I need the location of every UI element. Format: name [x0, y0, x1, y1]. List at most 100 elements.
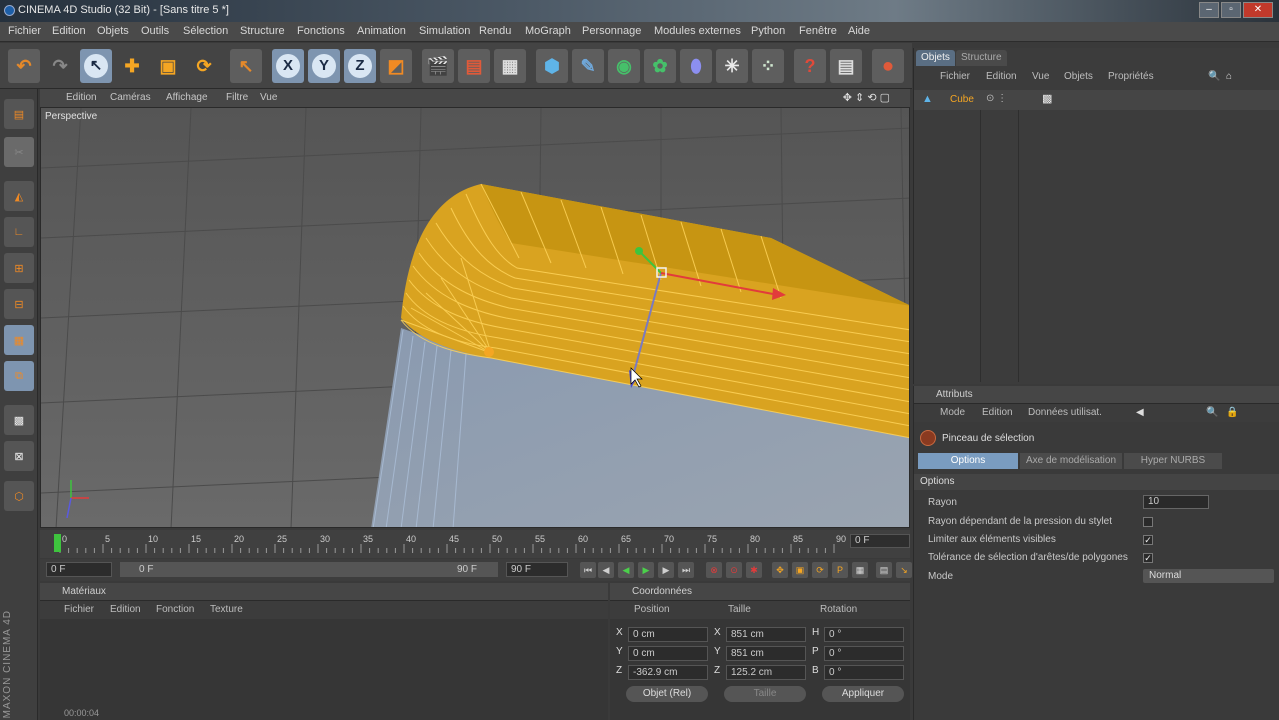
- viewport-nav-icons[interactable]: ✥ ⇕ ⟲ ▢: [843, 91, 890, 104]
- attributes-menu-edition[interactable]: Edition: [982, 407, 1013, 418]
- timeline-ruler[interactable]: 0 5 10 15 20 25 30 35 40 45 50 55 60 65 70 75 80 85 90 0 F: [40, 530, 910, 558]
- pos-x-field[interactable]: 0 cm: [628, 627, 708, 642]
- mode-select[interactable]: Normal: [1143, 569, 1274, 583]
- objects-home-icon[interactable]: ⌂: [1226, 71, 1232, 82]
- materials-menu-edition[interactable]: Edition: [110, 604, 141, 615]
- pos-z-field[interactable]: -362.9 cm: [628, 665, 708, 680]
- scale-icon[interactable]: ▣: [152, 49, 184, 83]
- rot-h-field[interactable]: 0 °: [824, 627, 904, 642]
- viewport-menu-edition[interactable]: Edition: [66, 92, 97, 103]
- attributes-menu-donnees[interactable]: Données utilisat.: [1028, 407, 1102, 418]
- key-rotation-icon[interactable]: ⟳: [812, 562, 828, 578]
- spline-pen-icon[interactable]: ✎: [572, 49, 604, 83]
- array-icon[interactable]: ✿: [644, 49, 676, 83]
- nurbs-icon[interactable]: ◉: [608, 49, 640, 83]
- objects-search-icon[interactable]: 🔍: [1208, 71, 1220, 82]
- cube-primitive-icon[interactable]: ⬢: [536, 49, 568, 83]
- key-scale-icon[interactable]: ▣: [792, 562, 808, 578]
- tab-hyper-nurbs[interactable]: Hyper NURBS: [1124, 453, 1222, 469]
- menu-selection[interactable]: Sélection: [183, 25, 228, 37]
- menu-mograph[interactable]: MoGraph: [525, 25, 571, 37]
- next-frame-icon[interactable]: ▶: [658, 562, 674, 578]
- materials-menu-fichier[interactable]: Fichier: [64, 604, 94, 615]
- autokey-icon[interactable]: ⊙: [726, 562, 742, 578]
- tab-axe-modelisation[interactable]: Axe de modélisation: [1020, 453, 1122, 469]
- y-axis-lock-button[interactable]: Y: [308, 49, 340, 83]
- viewport-menu-affichage[interactable]: Affichage: [166, 92, 208, 103]
- polygons-mode-icon[interactable]: ▦: [4, 325, 34, 355]
- objects-menu-fichier[interactable]: Fichier: [940, 71, 970, 82]
- maximize-button[interactable]: ▫: [1221, 2, 1241, 18]
- scene-icon[interactable]: ✳: [716, 49, 748, 83]
- phong-tag-icon[interactable]: ▩: [1042, 92, 1052, 105]
- x-axis-lock-button[interactable]: X: [272, 49, 304, 83]
- close-button[interactable]: ✕: [1243, 2, 1273, 18]
- visibility-toggle-icon[interactable]: ⊙ ⋮: [986, 93, 1007, 104]
- tolerance-checkbox[interactable]: ✓: [1143, 553, 1153, 563]
- light-icon[interactable]: ⁘: [752, 49, 784, 83]
- materials-menu-texture[interactable]: Texture: [210, 604, 243, 615]
- menu-fichier[interactable]: Fichier: [8, 25, 41, 37]
- move-icon[interactable]: ✚: [116, 49, 148, 83]
- menu-fenetre[interactable]: Fenêtre: [799, 25, 837, 37]
- key-position-icon[interactable]: ✥: [772, 562, 788, 578]
- tab-structure[interactable]: Structure: [956, 50, 1007, 66]
- goto-end-icon[interactable]: ⏭: [678, 562, 694, 578]
- keyframe-selection-icon[interactable]: ✱: [746, 562, 762, 578]
- model-mode-icon[interactable]: ◭: [4, 181, 34, 211]
- size-mode-select[interactable]: Taille: [724, 686, 806, 702]
- range-slider[interactable]: 0 F 90 F: [120, 562, 498, 577]
- play-backward-icon[interactable]: ◀: [618, 562, 634, 578]
- menu-personnage[interactable]: Personnage: [582, 25, 641, 37]
- layout-icon[interactable]: ▤: [830, 49, 862, 83]
- viewport-menu-vue[interactable]: Vue: [260, 92, 277, 103]
- sculpt-icon[interactable]: ⬡: [4, 481, 34, 511]
- key-pla-icon[interactable]: ▦: [852, 562, 868, 578]
- points-mode-icon[interactable]: ⊞: [4, 253, 34, 283]
- minimize-button[interactable]: –: [1199, 2, 1219, 18]
- snap-icon[interactable]: ⊠: [4, 441, 34, 471]
- goto-start-icon[interactable]: ⏮: [580, 562, 596, 578]
- visible-only-checkbox[interactable]: ✓: [1143, 535, 1153, 545]
- help-icon[interactable]: ?: [794, 49, 826, 83]
- viewport-menu-cameras[interactable]: Caméras: [110, 92, 151, 103]
- render-picture-viewer-icon[interactable]: ▤: [458, 49, 490, 83]
- make-editable-icon[interactable]: ▤: [4, 99, 34, 129]
- menu-rendu[interactable]: Rendu: [479, 25, 511, 37]
- menu-animation[interactable]: Animation: [357, 25, 406, 37]
- motion-icon[interactable]: ↘: [896, 562, 912, 578]
- back-arrow-icon[interactable]: ◀: [1136, 407, 1144, 418]
- menu-structure[interactable]: Structure: [240, 25, 285, 37]
- z-axis-lock-button[interactable]: Z: [344, 49, 376, 83]
- deformer-icon[interactable]: ⬮: [680, 49, 712, 83]
- menu-aide[interactable]: Aide: [848, 25, 870, 37]
- menu-outils[interactable]: Outils: [141, 25, 169, 37]
- menu-fonctions[interactable]: Fonctions: [297, 25, 345, 37]
- coordinate-system-icon[interactable]: ◩: [380, 49, 412, 83]
- objects-menu-objets[interactable]: Objets: [1064, 71, 1093, 82]
- size-y-field[interactable]: 851 cm: [726, 646, 806, 661]
- render-view-icon[interactable]: 🎬: [422, 49, 454, 83]
- objects-menu-edition[interactable]: Edition: [986, 71, 1017, 82]
- menu-edition[interactable]: Edition: [52, 25, 86, 37]
- perspective-viewport[interactable]: Perspective: [40, 107, 910, 528]
- layout-switch-icon[interactable]: ⏺: [872, 49, 904, 83]
- pos-y-field[interactable]: 0 cm: [628, 646, 708, 661]
- pressure-radius-checkbox[interactable]: [1143, 517, 1153, 527]
- rayon-field[interactable]: 10: [1143, 495, 1209, 509]
- object-row-cube[interactable]: ▲ Cube ⊙ ⋮ ▩: [914, 90, 1279, 110]
- uv-mode-icon[interactable]: ⧉: [4, 361, 34, 391]
- object-name[interactable]: Cube: [950, 94, 974, 105]
- objects-menu-vue[interactable]: Vue: [1032, 71, 1049, 82]
- attributes-search-icon[interactable]: 🔍: [1206, 407, 1218, 418]
- render-settings-icon[interactable]: ▦: [494, 49, 526, 83]
- edges-mode-icon[interactable]: ⊟: [4, 289, 34, 319]
- tab-objets[interactable]: Objets: [916, 50, 955, 66]
- lock-icon[interactable]: 🔒: [1226, 407, 1238, 418]
- timeline-layout-icon[interactable]: ▤: [876, 562, 892, 578]
- record-keys-icon[interactable]: ⊗: [706, 562, 722, 578]
- rotate-icon[interactable]: ⟳: [188, 49, 220, 83]
- play-forward-icon[interactable]: ▶: [638, 562, 654, 578]
- key-parameter-icon[interactable]: P: [832, 562, 848, 578]
- texture-tool-icon[interactable]: ✂: [4, 137, 34, 167]
